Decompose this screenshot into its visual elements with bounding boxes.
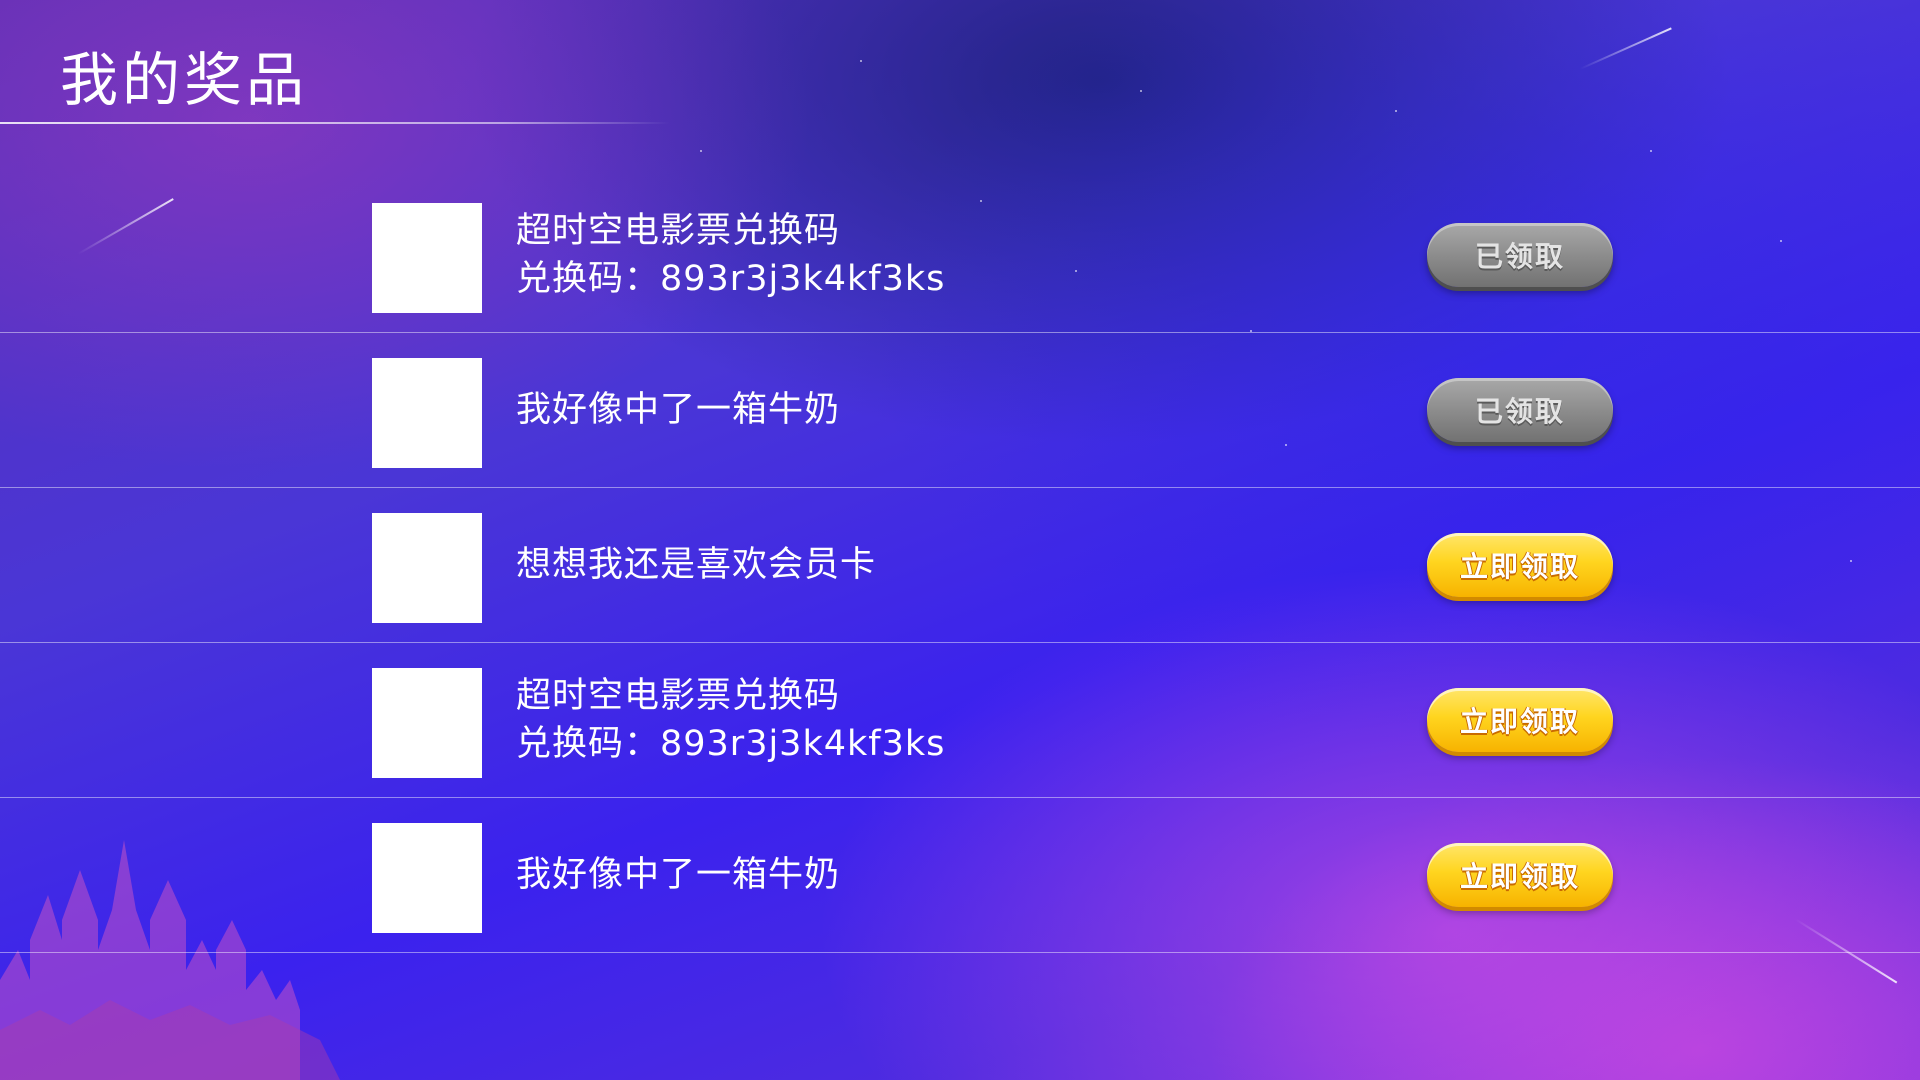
page-title: 我的奖品 <box>60 46 309 114</box>
star-decoration <box>1650 150 1652 152</box>
prize-row: 我好像中了一箱牛奶 已领取 <box>0 333 1920 488</box>
prize-row: 我好像中了一箱牛奶 立即领取 <box>0 798 1920 953</box>
prize-info: 我好像中了一箱牛奶 <box>516 798 840 952</box>
prize-code: 兑换码：893r3j3k4kf3ks <box>516 724 946 764</box>
prize-thumbnail <box>372 668 482 778</box>
claimed-button[interactable]: 已领取 <box>1427 378 1613 442</box>
prize-name: 超时空电影票兑换码 <box>516 211 841 251</box>
prize-thumbnail <box>372 203 482 313</box>
prize-row: 超时空电影票兑换码 兑换码：893r3j3k4kf3ks 立即领取 <box>0 643 1920 798</box>
claim-now-button[interactable]: 立即领取 <box>1427 688 1613 752</box>
prize-row: 想想我还是喜欢会员卡 立即领取 <box>0 488 1920 643</box>
meteor-decoration <box>1579 27 1672 70</box>
star-decoration <box>700 150 702 152</box>
prize-thumbnail <box>372 823 482 933</box>
prize-info: 想想我还是喜欢会员卡 <box>516 488 876 642</box>
title-divider <box>0 122 670 124</box>
claim-now-button[interactable]: 立即领取 <box>1427 843 1613 907</box>
prize-row: 超时空电影票兑换码 兑换码：893r3j3k4kf3ks 已领取 <box>0 178 1920 333</box>
claimed-button[interactable]: 已领取 <box>1427 223 1613 287</box>
prize-info: 我好像中了一箱牛奶 <box>516 333 840 487</box>
prize-name: 我好像中了一箱牛奶 <box>516 855 841 895</box>
prize-code: 兑换码：893r3j3k4kf3ks <box>516 259 946 299</box>
prize-name: 超时空电影票兑换码 <box>516 676 841 716</box>
prize-info: 超时空电影票兑换码 兑换码：893r3j3k4kf3ks <box>516 178 945 332</box>
prize-thumbnail <box>372 358 482 468</box>
star-decoration <box>1140 90 1142 92</box>
prize-info: 超时空电影票兑换码 兑换码：893r3j3k4kf3ks <box>516 643 945 797</box>
claim-now-button[interactable]: 立即领取 <box>1427 533 1613 597</box>
prize-thumbnail <box>372 513 482 623</box>
star-decoration <box>1395 110 1397 112</box>
star-decoration <box>860 60 862 62</box>
prize-name: 我好像中了一箱牛奶 <box>516 390 841 430</box>
prize-list: 超时空电影票兑换码 兑换码：893r3j3k4kf3ks 已领取 我好像中了一箱… <box>0 178 1920 953</box>
prize-name: 想想我还是喜欢会员卡 <box>516 545 877 585</box>
